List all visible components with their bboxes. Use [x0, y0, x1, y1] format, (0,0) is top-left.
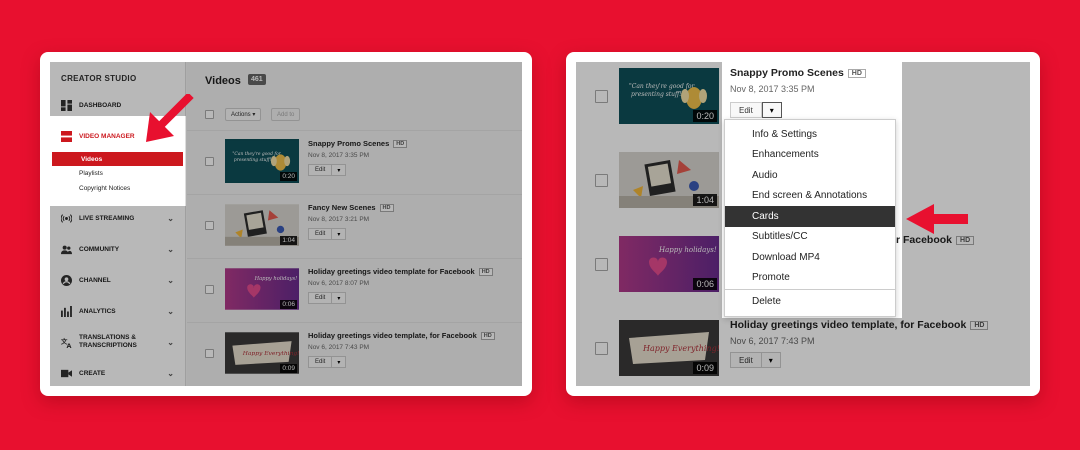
menu-item-subtitles[interactable]: Subtitles/CC	[725, 227, 895, 248]
menu-item-enhancements[interactable]: Enhancements	[725, 145, 895, 166]
sidebar-subitem-playlists[interactable]: Playlists	[50, 166, 186, 180]
menu-item-end-screen[interactable]: End screen & Annotations	[725, 186, 895, 207]
edit-dropdown-button[interactable]: ▾	[761, 102, 782, 118]
edit-dropdown-menu: Info & Settings Enhancements Audio End s…	[724, 119, 896, 317]
menu-item-cards[interactable]: Cards	[725, 206, 895, 227]
sidebar-item-label: VIDEO MANAGER	[79, 132, 135, 140]
hd-badge: HD	[847, 68, 866, 78]
menu-item-download-mp4[interactable]: Download MP4	[725, 247, 895, 268]
dim-overlay	[576, 62, 722, 386]
menu-item-info-settings[interactable]: Info & Settings	[725, 124, 895, 145]
edit-menu-screenshot: "Can they're good for presenting stuff!" …	[566, 52, 1040, 396]
sidebar-subitem-videos[interactable]: Videos	[52, 152, 183, 166]
highlight-arrow	[146, 94, 194, 142]
dim-overlay	[186, 116, 522, 206]
sidebar-subitem-copyright-notices[interactable]: Copyright Notices	[50, 181, 186, 195]
video-date: Nov 8, 2017 3:35 PM	[730, 84, 815, 94]
highlight-arrow	[906, 204, 968, 234]
video-title[interactable]: Snappy Promo Scenes HD	[730, 67, 866, 79]
video-manager-icon	[61, 130, 72, 142]
menu-divider	[725, 289, 895, 290]
video-title-text: Snappy Promo Scenes	[730, 67, 844, 79]
dim-overlay	[50, 206, 522, 386]
menu-item-promote[interactable]: Promote	[725, 268, 895, 289]
edit-button-group: Edit ▾	[730, 102, 782, 118]
menu-item-audio[interactable]: Audio	[725, 165, 895, 186]
menu-item-delete[interactable]: Delete	[725, 291, 895, 312]
creator-studio-panel: CREATOR STUDIO DASHBOARD VIDEO MANAGER V…	[50, 62, 522, 386]
edit-button[interactable]: Edit	[730, 102, 762, 118]
dim-overlay	[50, 62, 522, 116]
dim-overlay	[722, 318, 902, 386]
edit-menu-panel: "Can they're good for presenting stuff!" …	[576, 62, 1030, 386]
creator-studio-screenshot: CREATOR STUDIO DASHBOARD VIDEO MANAGER V…	[40, 52, 532, 396]
